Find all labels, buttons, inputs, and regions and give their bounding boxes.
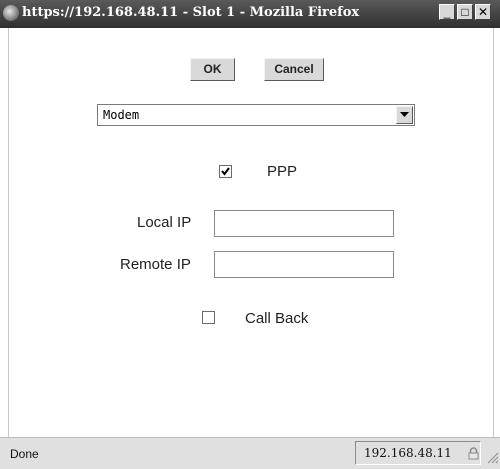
close-button[interactable]: ✕ — [475, 4, 491, 20]
local-ip-label: Local IP — [137, 214, 192, 231]
mode-select-value: Modem — [103, 108, 140, 122]
minimize-button[interactable]: _ — [439, 4, 455, 20]
callback-checkbox[interactable] — [202, 311, 215, 324]
status-host: 192.168.48.11 — [364, 446, 452, 460]
remote-ip-input[interactable] — [214, 251, 394, 278]
remote-ip-label: Remote IP — [120, 256, 191, 273]
local-ip-input[interactable] — [214, 210, 394, 237]
lock-icon[interactable] — [468, 447, 479, 460]
callback-label: Call Back — [245, 310, 309, 327]
ppp-checkbox[interactable] — [219, 165, 232, 178]
dropdown-arrow-icon[interactable] — [396, 106, 413, 124]
window-title: https://192.168.48.11 - Slot 1 - Mozilla… — [22, 5, 360, 20]
maximize-button[interactable]: □ — [457, 4, 473, 20]
status-bar: Done 192.168.48.11 — [0, 437, 500, 469]
firefox-icon — [3, 5, 19, 21]
ok-button[interactable]: OK — [190, 58, 235, 81]
status-text: Done — [10, 447, 39, 461]
title-bar: https://192.168.48.11 - Slot 1 - Mozilla… — [0, 0, 500, 28]
resize-grip-icon[interactable] — [485, 450, 499, 464]
cancel-button[interactable]: Cancel — [264, 58, 324, 81]
ppp-label: PPP — [267, 163, 298, 180]
status-host-panel: 192.168.48.11 — [355, 441, 481, 465]
checkmark-icon — [221, 167, 230, 176]
mode-select[interactable]: Modem — [97, 104, 415, 126]
